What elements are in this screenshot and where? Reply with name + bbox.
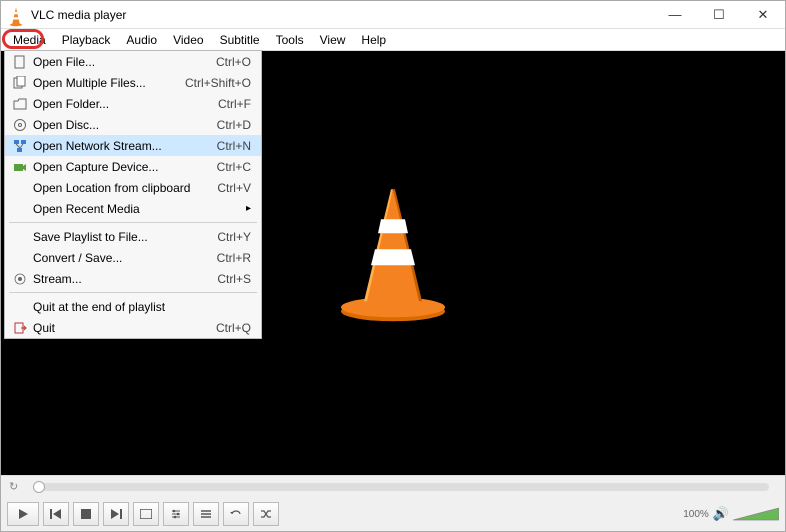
minimize-button[interactable]: — (653, 1, 697, 29)
previous-button[interactable] (43, 502, 69, 526)
next-button[interactable] (103, 502, 129, 526)
menu-separator (9, 292, 257, 293)
media-menu-dropdown: Open File... Ctrl+O Open Multiple Files.… (4, 50, 262, 339)
volume-label: 100% (683, 509, 709, 520)
menu-playback[interactable]: Playback (54, 31, 119, 49)
volume-slider[interactable] (733, 507, 779, 521)
loop-ab-icon[interactable]: ↻ (9, 480, 25, 493)
volume-control: 100% 🔊 (683, 506, 779, 522)
window-title: VLC media player (31, 8, 653, 22)
capture-icon (9, 160, 31, 174)
seek-track[interactable] (33, 483, 769, 491)
stop-button[interactable] (73, 502, 99, 526)
titlebar: VLC media player — ☐ ✕ (1, 1, 785, 29)
extended-settings-button[interactable] (163, 502, 189, 526)
menu-open-capture-device[interactable]: Open Capture Device... Ctrl+C (5, 156, 261, 177)
menu-separator (9, 222, 257, 223)
loop-button[interactable] (223, 502, 249, 526)
menubar: Media Playback Audio Video Subtitle Tool… (1, 29, 785, 51)
menu-stream[interactable]: Stream... Ctrl+S (5, 268, 261, 289)
menu-open-network-stream[interactable]: Open Network Stream... Ctrl+N (5, 135, 261, 156)
menu-subtitle[interactable]: Subtitle (212, 31, 268, 49)
folder-icon (9, 97, 31, 111)
vlc-cone-icon (333, 183, 453, 328)
menu-open-location-clipboard[interactable]: Open Location from clipboard Ctrl+V (5, 177, 261, 198)
menu-quit-end-playlist[interactable]: Quit at the end of playlist (5, 296, 261, 317)
network-icon (9, 139, 31, 153)
menu-video[interactable]: Video (165, 31, 211, 49)
close-button[interactable]: ✕ (741, 1, 785, 29)
menu-help[interactable]: Help (353, 31, 394, 49)
file-icon (9, 55, 31, 69)
menu-open-folder[interactable]: Open Folder... Ctrl+F (5, 93, 261, 114)
maximize-button[interactable]: ☐ (697, 1, 741, 29)
seek-knob[interactable] (33, 481, 45, 493)
menu-view[interactable]: View (312, 31, 354, 49)
controls-bar: 100% 🔊 (1, 497, 785, 531)
menu-save-playlist[interactable]: Save Playlist to File... Ctrl+Y (5, 226, 261, 247)
menu-tools[interactable]: Tools (268, 31, 312, 49)
menu-quit[interactable]: Quit Ctrl+Q (5, 317, 261, 338)
menu-convert-save[interactable]: Convert / Save... Ctrl+R (5, 247, 261, 268)
submenu-arrow-icon: ▸ (246, 203, 251, 214)
play-button[interactable] (7, 502, 39, 526)
speaker-icon[interactable]: 🔊 (713, 506, 729, 522)
files-icon (9, 76, 31, 90)
playlist-button[interactable] (193, 502, 219, 526)
vlc-logo-icon (7, 6, 25, 24)
menu-open-disc[interactable]: Open Disc... Ctrl+D (5, 114, 261, 135)
stream-icon (9, 272, 31, 286)
menu-media[interactable]: Media (5, 31, 54, 49)
shuffle-button[interactable] (253, 502, 279, 526)
menu-open-recent-media[interactable]: Open Recent Media ▸ (5, 198, 261, 219)
menu-audio[interactable]: Audio (118, 31, 165, 49)
menu-open-file[interactable]: Open File... Ctrl+O (5, 51, 261, 72)
quit-icon (9, 321, 31, 335)
menu-open-multiple-files[interactable]: Open Multiple Files... Ctrl+Shift+O (5, 72, 261, 93)
seek-bar: ↻ (1, 475, 785, 497)
disc-icon (9, 118, 31, 132)
fullscreen-button[interactable] (133, 502, 159, 526)
